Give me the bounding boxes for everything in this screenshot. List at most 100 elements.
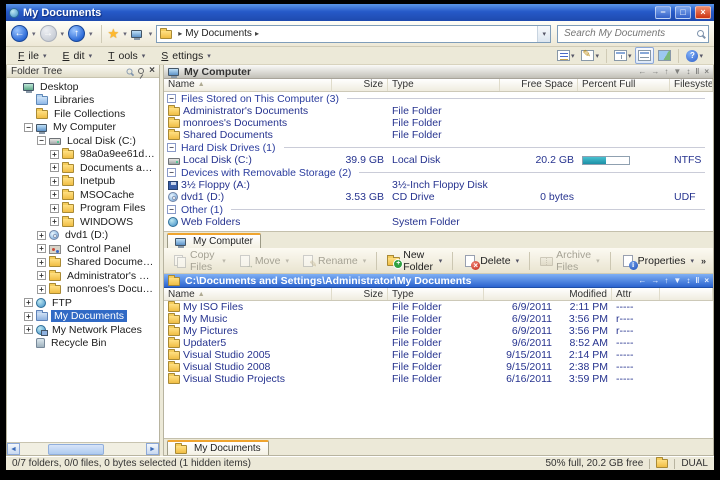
tree-item[interactable]: +Control Panel: [7, 242, 159, 256]
tree-item[interactable]: +MSOCache: [7, 188, 159, 202]
file-row[interactable]: Visual Studio 2005File Folder9/15/20112:…: [164, 349, 713, 361]
breadcrumb-item[interactable]: My Documents: [185, 28, 252, 39]
file-row[interactable]: Visual Studio ProjectsFile Folder6/16/20…: [164, 373, 713, 385]
file-row[interactable]: My PicturesFile Folder6/9/20113:56 PMr--…: [164, 325, 713, 337]
chevron-down-icon[interactable]: ▾: [595, 52, 599, 60]
tree-expander[interactable]: +: [37, 285, 46, 294]
file-row[interactable]: My ISO FilesFile Folder6/9/20112:11 PM--…: [164, 301, 713, 313]
scrollbar-thumb[interactable]: [48, 444, 104, 455]
pane-close-icon[interactable]: ×: [704, 68, 709, 76]
column-header-free-space[interactable]: Free Space: [500, 79, 578, 91]
pane-close-icon[interactable]: ×: [704, 277, 709, 285]
search-icon[interactable]: [697, 30, 704, 37]
file-row[interactable]: dvd1 (D:)3.53 GBCD Drive0 bytesUDF: [164, 191, 713, 203]
group-collapse-icon[interactable]: −: [167, 143, 176, 152]
file-row[interactable]: My MusicFile Folder6/9/20113:56 PMr----: [164, 313, 713, 325]
column-header-type[interactable]: Type: [388, 79, 500, 91]
up-dropdown-icon[interactable]: ▾: [87, 30, 95, 38]
tree-expander[interactable]: +: [50, 177, 59, 186]
tree-expander[interactable]: +: [50, 190, 59, 199]
chevron-down-icon[interactable]: ▾: [439, 257, 443, 265]
tree-item[interactable]: +Program Files: [7, 202, 159, 216]
tree-expander[interactable]: +: [37, 244, 46, 253]
properties-button[interactable]: Properties▾: [616, 253, 699, 269]
column-header-modified[interactable]: Modified: [484, 288, 612, 300]
tree-expander[interactable]: +: [24, 325, 33, 334]
column-header-size[interactable]: Size: [332, 288, 388, 300]
tree-item[interactable]: +My Network Places: [7, 323, 159, 337]
tree-expander[interactable]: +: [37, 231, 46, 240]
back-dropdown-icon[interactable]: ▾: [30, 30, 38, 38]
tree-expander[interactable]: +: [24, 298, 33, 307]
file-row[interactable]: Administrator's DocumentsFile Folder: [164, 105, 713, 117]
pane-back-icon[interactable]: ←: [638, 68, 646, 76]
tree-item[interactable]: +Documents and Settings: [7, 161, 159, 175]
single-pane-button[interactable]: ▾: [611, 47, 635, 64]
pane-swap-icon[interactable]: ↕: [686, 277, 690, 285]
pane-dock-icon[interactable]: ▼: [673, 68, 681, 76]
file-row[interactable]: Shared DocumentsFile Folder: [164, 129, 713, 141]
pane-forward-icon[interactable]: →: [651, 277, 659, 285]
edit-mode-button[interactable]: ▾: [578, 47, 602, 64]
address-breadcrumb-bar[interactable]: ▸ My Documents ▸ ▾: [156, 25, 551, 43]
chevron-down-icon[interactable]: ▾: [628, 52, 632, 60]
tree-expander[interactable]: +: [50, 163, 59, 172]
pane-dock-icon[interactable]: ▼: [673, 277, 681, 285]
tree-item[interactable]: −Local Disk (C:): [7, 134, 159, 148]
delete-button[interactable]: Delete▾: [458, 253, 524, 269]
back-button[interactable]: ←: [11, 25, 28, 42]
tree-item[interactable]: Libraries: [7, 94, 159, 108]
toolbar-overflow-icon[interactable]: »: [701, 256, 709, 266]
tree-close-icon[interactable]: ×: [149, 66, 155, 76]
help-button[interactable]: ?▾: [683, 47, 706, 64]
tree-expander[interactable]: +: [50, 150, 59, 159]
search-input[interactable]: [562, 27, 697, 40]
column-header-type[interactable]: Type: [388, 288, 484, 300]
tree-item[interactable]: +monroes's Documents: [7, 283, 159, 297]
tree-item[interactable]: +Inetpub: [7, 175, 159, 189]
dual-pane-button[interactable]: [635, 47, 654, 64]
group-collapse-icon[interactable]: −: [167, 205, 176, 214]
tree-expander[interactable]: +: [50, 204, 59, 213]
favorites-dropdown-icon[interactable]: ▾: [121, 30, 129, 38]
file-row[interactable]: Local Disk (C:)39.9 GBLocal Disk20.2 GBN…: [164, 154, 713, 166]
column-header-name[interactable]: Name▲: [164, 288, 332, 300]
preview-pane-button[interactable]: [655, 47, 674, 64]
pane-hold-icon[interactable]: ‖: [695, 277, 699, 285]
scrollbar-track[interactable]: [20, 444, 146, 455]
maximize-button[interactable]: □: [675, 6, 691, 19]
up-button[interactable]: ↑: [68, 25, 85, 42]
close-button[interactable]: ×: [695, 6, 711, 19]
chevron-down-icon[interactable]: ▾: [690, 257, 694, 265]
details-view-button[interactable]: ▾: [554, 47, 578, 64]
new-folder-button[interactable]: New Folder▾: [382, 247, 447, 275]
tree-item[interactable]: +98a0a9ee61d227d5e9: [7, 148, 159, 162]
group-collapse-icon[interactable]: −: [167, 94, 176, 103]
file-row[interactable]: 3½ Floppy (A:)3½-Inch Floppy Disk: [164, 179, 713, 191]
pane-forward-icon[interactable]: →: [651, 68, 659, 76]
column-header-name[interactable]: Name▲: [164, 79, 332, 91]
file-row[interactable]: Updater5File Folder9/6/20118:52 AM-----: [164, 337, 713, 349]
pin-icon[interactable]: [138, 68, 144, 74]
column-header-attr[interactable]: Attr: [612, 288, 660, 300]
tree-item[interactable]: +Shared Documents: [7, 256, 159, 270]
tree-item[interactable]: +FTP: [7, 296, 159, 310]
file-row[interactable]: Visual Studio 2008File Folder9/15/20112:…: [164, 361, 713, 373]
tab-my-computer[interactable]: My Computer: [167, 233, 261, 248]
file-row[interactable]: monroes's DocumentsFile Folder: [164, 117, 713, 129]
tree-horizontal-scrollbar[interactable]: ◄ ►: [7, 442, 159, 455]
file-row[interactable]: Web FoldersSystem Folder: [164, 216, 713, 228]
pane-up-icon[interactable]: ↑: [664, 68, 668, 76]
pane-swap-icon[interactable]: ↕: [686, 68, 690, 76]
pane-up-icon[interactable]: ↑: [664, 277, 668, 285]
tree-item[interactable]: +My Documents: [7, 310, 159, 324]
scroll-right-icon[interactable]: ►: [146, 443, 159, 455]
tree-item[interactable]: −My Computer: [7, 121, 159, 135]
tree-item[interactable]: Recycle Bin: [7, 337, 159, 351]
menu-tools[interactable]: Tools▾: [100, 49, 153, 63]
menu-settings[interactable]: Settings▾: [153, 49, 218, 63]
folders-view-icon[interactable]: [131, 30, 142, 38]
tree-expander[interactable]: +: [24, 312, 33, 321]
chevron-down-icon[interactable]: ▾: [699, 52, 703, 60]
tree-item[interactable]: +Administrator's Documents: [7, 269, 159, 283]
